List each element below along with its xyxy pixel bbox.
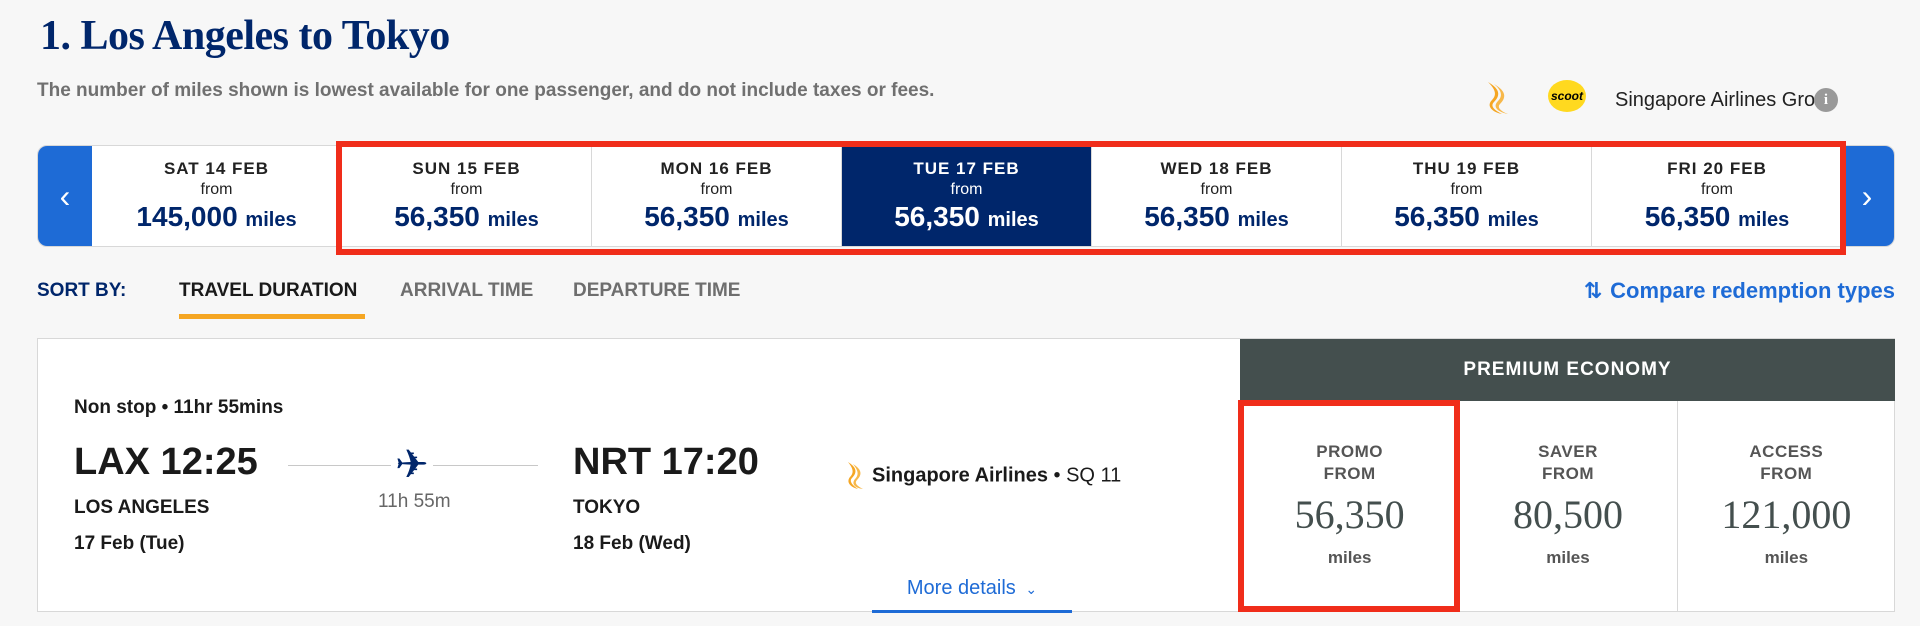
- chevron-down-icon: ⌄: [1025, 581, 1038, 597]
- fare-from-label: FROM: [1541, 464, 1595, 483]
- miles-value: 56,350 miles: [894, 201, 1039, 233]
- compare-redemption-types-link[interactable]: ⇅ Compare redemption types: [1584, 278, 1895, 304]
- compare-label: Compare redemption types: [1610, 278, 1895, 303]
- miles-value: 56,350 miles: [394, 201, 539, 233]
- miles-value: 56,350 miles: [644, 201, 789, 233]
- date-selector: ‹ SAT 14 FEB from 145,000 miles SUN 15 FEB f…: [37, 145, 1895, 247]
- date-option[interactable]: WED 18 FEB from 56,350 miles: [1092, 146, 1342, 246]
- fare-unit: miles: [1764, 548, 1809, 567]
- next-dates-button[interactable]: ›: [1840, 146, 1894, 246]
- date-option[interactable]: TUE 17 FEB from 56,350 miles: [842, 146, 1092, 246]
- from-label: from: [200, 181, 233, 198]
- fare-miles: 121,000: [1721, 492, 1852, 537]
- fare-access[interactable]: ACCESS FROM 121,000 miles: [1676, 401, 1895, 612]
- cabin-header: PREMIUM ECONOMY: [1240, 339, 1895, 401]
- fare-type: PROMO: [1316, 442, 1384, 461]
- date-option[interactable]: FRI 20 FEB from 56,350 miles: [1592, 146, 1842, 246]
- flight-number: • SQ 11: [1047, 464, 1122, 487]
- date-option[interactable]: SAT 14 FEB from 145,000 miles: [92, 146, 342, 246]
- fare-unit: miles: [1327, 548, 1372, 567]
- miles-number: 56,350: [1144, 201, 1230, 232]
- date-option[interactable]: THU 19 FEB from 56,350 miles: [1342, 146, 1592, 246]
- active-sort-underline: [179, 314, 365, 319]
- airplane-icon: ✈: [391, 443, 433, 487]
- arrival-code-time: NRT 17:20: [573, 441, 759, 483]
- fare-miles: 80,500: [1512, 492, 1623, 537]
- flight-duration: 11h 55m: [378, 491, 451, 512]
- from-label: from: [450, 181, 483, 198]
- flight-card: Non stop • 11hr 55mins LAX 12:25 LOS ANG…: [37, 338, 1895, 613]
- info-icon[interactable]: i: [1814, 88, 1838, 112]
- miles-unit: miles: [987, 209, 1039, 231]
- scoot-logo: scoot: [1548, 80, 1586, 112]
- miles-unit: miles: [737, 209, 789, 231]
- from-label: from: [1200, 181, 1233, 198]
- fare-type: ACCESS: [1749, 442, 1824, 461]
- miles-unit: miles: [1237, 209, 1289, 231]
- arrival-date: 18 Feb (Wed): [573, 533, 691, 554]
- departure-city: LOS ANGELES: [74, 497, 210, 518]
- airline-group: scoot Singapore Airlines Group i: [1460, 78, 1920, 118]
- from-label: from: [1701, 181, 1733, 198]
- page-title: 1. Los Angeles to Tokyo: [40, 13, 450, 59]
- date-cells: SAT 14 FEB from 145,000 miles SUN 15 FEB fro…: [92, 146, 1842, 246]
- departure-date: 17 Feb (Tue): [74, 533, 185, 554]
- miles-value: 56,350 miles: [1645, 201, 1790, 233]
- date-option[interactable]: MON 16 FEB from 56,350 miles: [592, 146, 842, 246]
- swap-icon: ⇅: [1583, 278, 1603, 303]
- date-label: MON 16 FEB: [660, 159, 773, 178]
- fare-miles: 56,350: [1294, 492, 1405, 537]
- fare-options: PROMO FROM 56,350 miles SAVER FROM 80,50…: [1240, 401, 1895, 612]
- fare-from-label: FROM: [1760, 464, 1813, 483]
- date-label: WED 18 FEB: [1160, 159, 1273, 178]
- sort-bar: SORT BY: TRAVEL DURATION ARRIVAL TIME DE…: [37, 278, 1895, 322]
- more-details-label: More details: [906, 577, 1016, 599]
- previous-dates-button[interactable]: ‹: [38, 146, 92, 246]
- miles-value: 56,350 miles: [1394, 201, 1539, 233]
- date-option[interactable]: SUN 15 FEB from 56,350 miles: [342, 146, 592, 246]
- miles-unit: miles: [1738, 209, 1790, 231]
- fare-type: SAVER: [1538, 442, 1598, 461]
- miles-number: 56,350: [894, 201, 980, 232]
- from-label: from: [700, 181, 733, 198]
- miles-number: 56,350: [1394, 201, 1480, 232]
- miles-number: 145,000: [136, 201, 238, 232]
- arrival-city: TOKYO: [573, 497, 641, 518]
- miles-disclaimer: The number of miles shown is lowest avai…: [37, 80, 935, 101]
- sort-departure-time[interactable]: DEPARTURE TIME: [573, 280, 740, 302]
- carrier-info: Singapore Airlines • SQ 11: [844, 461, 1121, 491]
- fare-unit: miles: [1546, 548, 1590, 567]
- miles-number: 56,350: [644, 201, 730, 232]
- sort-arrival-time[interactable]: ARRIVAL TIME: [400, 280, 533, 302]
- miles-number: 56,350: [394, 201, 480, 232]
- carrier-name: Singapore Airlines: [872, 464, 1048, 487]
- miles-unit: miles: [1487, 209, 1539, 231]
- singapore-airlines-logo: [1488, 82, 1508, 114]
- sort-travel-duration[interactable]: TRAVEL DURATION: [179, 280, 357, 302]
- miles-unit: miles: [245, 209, 297, 231]
- from-label: from: [950, 181, 983, 198]
- miles-value: 145,000 miles: [136, 201, 296, 233]
- fare-promo[interactable]: PROMO FROM 56,350 miles: [1240, 401, 1458, 612]
- airline-group-label: Singapore Airlines Group: [1615, 89, 1838, 111]
- flight-stops: Non stop • 11hr 55mins: [74, 397, 284, 418]
- date-label: SAT 14 FEB: [163, 159, 270, 178]
- departure-code-time: LAX 12:25: [74, 441, 258, 483]
- more-details-button[interactable]: More details ⌄: [872, 577, 1072, 613]
- fare-from-label: FROM: [1323, 464, 1376, 483]
- date-label: TUE 17 FEB: [913, 159, 1020, 178]
- fare-saver[interactable]: SAVER FROM 80,500 miles: [1458, 401, 1676, 612]
- miles-value: 56,350 miles: [1144, 201, 1289, 233]
- date-label: FRI 20 FEB: [1667, 159, 1767, 178]
- date-label: SUN 15 FEB: [412, 159, 521, 178]
- from-label: from: [1450, 181, 1483, 198]
- date-label: THU 19 FEB: [1412, 159, 1521, 178]
- miles-unit: miles: [487, 209, 539, 231]
- sort-by-label: SORT BY:: [37, 280, 127, 301]
- miles-number: 56,350: [1644, 201, 1731, 232]
- singapore-airlines-logo: [848, 462, 863, 489]
